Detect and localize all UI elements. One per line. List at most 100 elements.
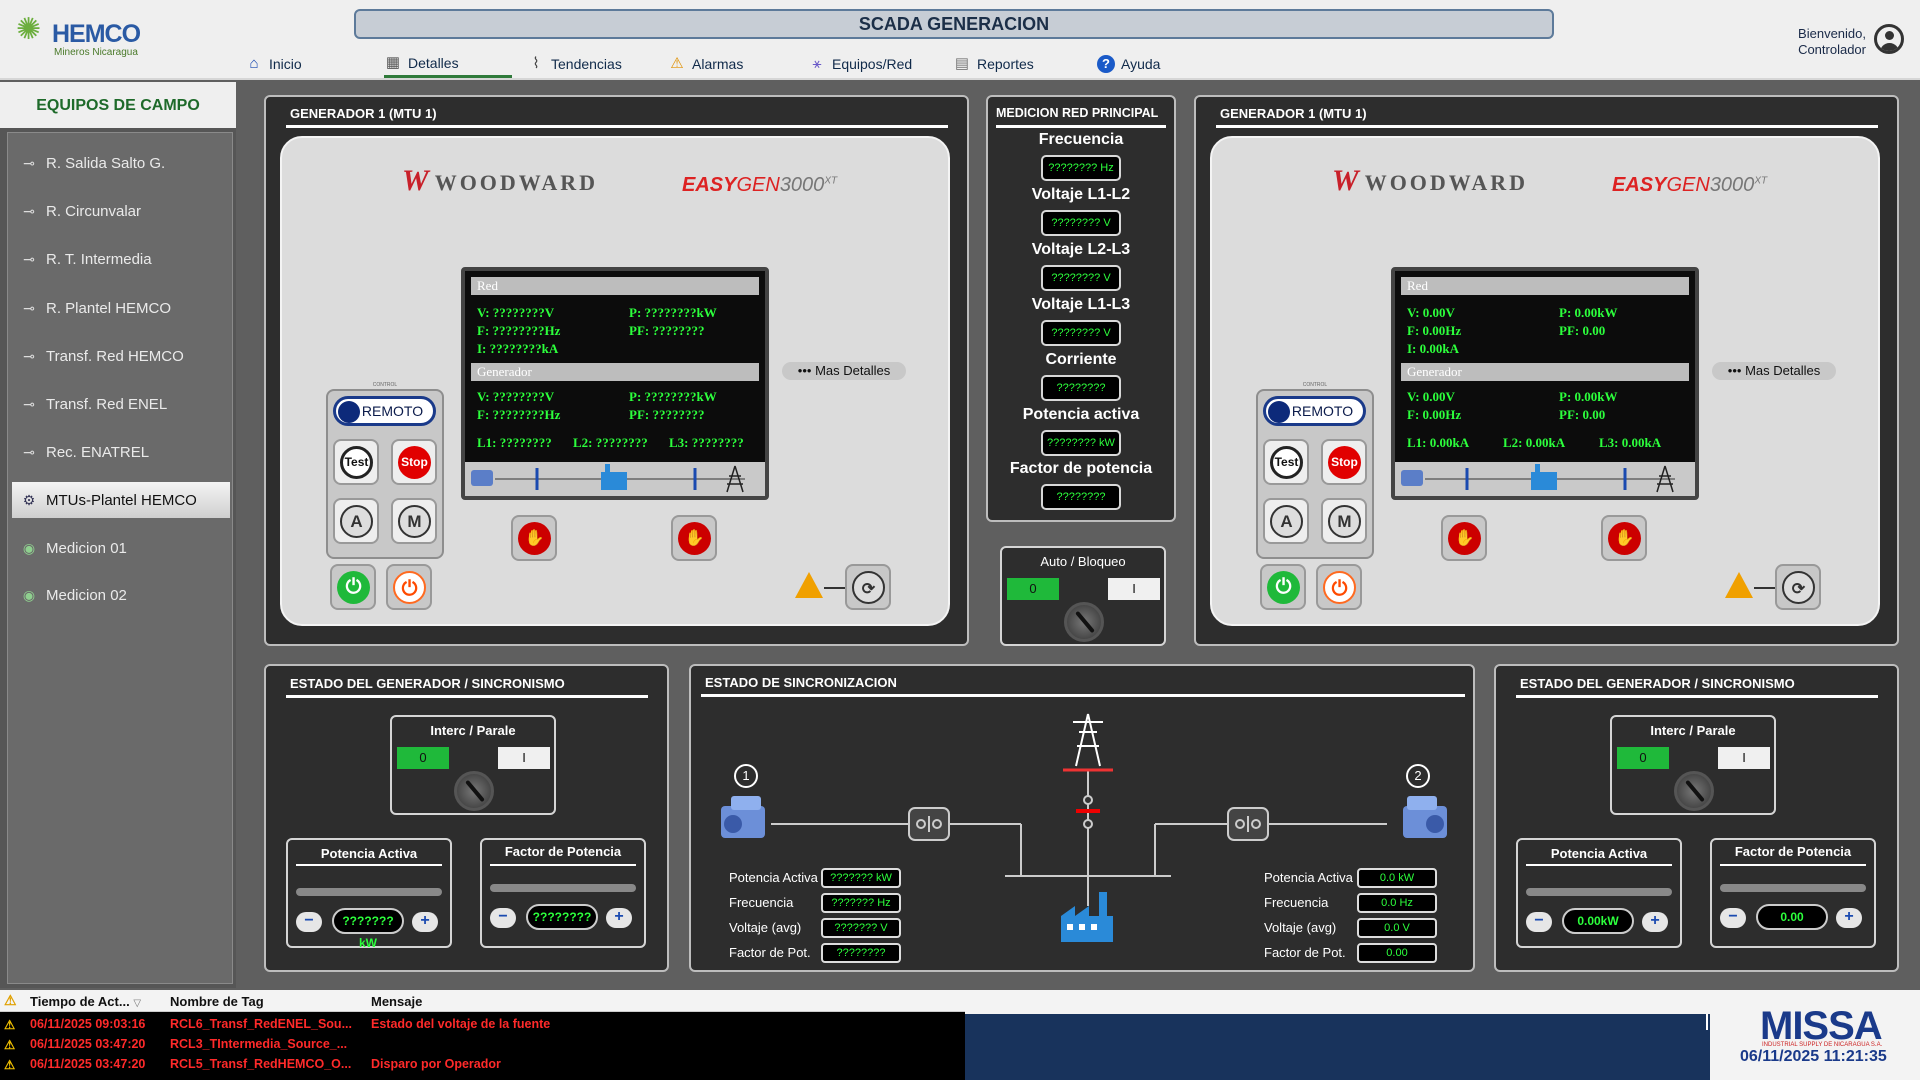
column-header-time[interactable]: Tiempo de Act... ▽ (30, 994, 141, 1009)
sidebar-item-rec-enatrel[interactable]: ⊸ Rec. ENATREL (12, 434, 230, 470)
voltaje-l1l3-value: ???????? V (1041, 320, 1121, 346)
potencia-title: Potencia Activa (320, 846, 418, 861)
column-header-tag[interactable]: Nombre de Tag (170, 994, 264, 1009)
nav-ayuda[interactable]: ? Ayuda (1097, 50, 1160, 78)
alarm-table-header-fill (965, 990, 1710, 1014)
factor-slider[interactable] (1720, 884, 1866, 892)
interc-on[interactable]: I (1718, 747, 1770, 769)
sidebar-item-medicion-01[interactable]: ◉ Medicion 01 (12, 530, 230, 566)
red-section-label: Red (471, 277, 759, 295)
power-on-button[interactable]: ⏻ (1260, 564, 1306, 610)
factor-increase-button[interactable]: + (1836, 908, 1862, 928)
remoto-button[interactable]: REMOTO (333, 396, 436, 426)
test-button[interactable]: Test (333, 439, 379, 485)
power-off-button[interactable]: ⏻ (386, 564, 432, 610)
easygen-logo: EASYGEN3000XT (682, 174, 837, 197)
potencia-decrease-button[interactable]: − (296, 912, 322, 932)
breaker-gen-left-button[interactable]: ✋ (671, 515, 717, 561)
sync-label-frecuencia-right: Frecuencia (1264, 895, 1329, 910)
avatar[interactable] (1874, 24, 1904, 54)
alarm-row[interactable]: ⚠ 06/11/2025 03:47:20 RCL3_TIntermedia_S… (0, 1034, 965, 1054)
factor-decrease-button[interactable]: − (1720, 908, 1746, 928)
alarm-row[interactable]: ⚠ 06/11/2025 09:03:16 RCL6_Transf_RedENE… (0, 1014, 965, 1034)
alarm-row[interactable]: ⚠ 06/11/2025 03:47:20 RCL5_Transf_RedHEM… (0, 1054, 965, 1074)
recloser-icon: ⊸ (23, 443, 35, 460)
mas-detalles-button[interactable]: ••• Mas Detalles (782, 362, 906, 380)
factor-increase-button[interactable]: + (606, 908, 632, 928)
model-sup: XT (1754, 175, 1768, 187)
manual-mode-button[interactable]: M (1321, 498, 1367, 544)
voltaje-l2l3-label: Voltaje L2-L3 (1031, 241, 1131, 258)
nav-tendencias[interactable]: ⌇ Tendencias (527, 50, 622, 78)
sidebar-item-label: Medicion 01 (46, 539, 127, 557)
breaker-red-right-button[interactable]: ✋ (1441, 515, 1487, 561)
factor-decrease-button[interactable]: − (490, 908, 516, 928)
sidebar-item-t-intermedia[interactable]: ⊸ R. T. Intermedia (12, 241, 230, 277)
interc-on[interactable]: I (498, 747, 550, 769)
title-underline (490, 864, 636, 866)
sidebar-item-transf-red-hemco[interactable]: ⊸ Transf. Red HEMCO (12, 338, 230, 374)
potencia-increase-button[interactable]: + (1642, 912, 1668, 932)
user-name: Controlador (1798, 42, 1866, 57)
auto-bloqueo-off[interactable]: 0 (1007, 578, 1059, 600)
test-button[interactable]: Test (1263, 439, 1309, 485)
remoto-button[interactable]: REMOTO (1263, 396, 1366, 426)
interc-off[interactable]: 0 (397, 747, 449, 769)
warning-icon: ⚠ (4, 1018, 16, 1032)
auto-mode-button[interactable]: A (333, 498, 379, 544)
oneline-mini-svg (471, 464, 745, 493)
stop-button[interactable]: Stop (1321, 439, 1367, 485)
mas-detalles-button[interactable]: ••• Mas Detalles (1712, 362, 1836, 380)
red-power: P: ????????kW (629, 305, 717, 320)
sidebar-item-mtus-plantel[interactable]: ⚙ MTUs-Plantel HEMCO (12, 482, 230, 518)
power-off-icon: ⏻ (1323, 571, 1356, 604)
power-on-button[interactable]: ⏻ (330, 564, 376, 610)
sidebar-item-salida-salto[interactable]: ⊸ R. Salida Salto G. (12, 145, 230, 181)
auto-bloqueo-knob[interactable] (1064, 602, 1104, 642)
alarm-reset-button[interactable]: ⟳ (845, 564, 891, 610)
nav-equipos-red[interactable]: ⚹ Equipos/Red (808, 50, 912, 78)
sidebar-item-circunvalar[interactable]: ⊸ R. Circunvalar (12, 193, 230, 229)
auto-bloqueo-on[interactable]: I (1108, 578, 1160, 600)
alarm-reset-icon: ⟳ (1782, 571, 1815, 604)
recloser-icon: ⊸ (23, 202, 35, 219)
interc-knob[interactable] (454, 771, 494, 811)
easygen-logo: EASYGEN3000XT (1612, 174, 1767, 197)
manual-mode-button[interactable]: M (391, 498, 437, 544)
breaker-gen-right-button[interactable]: ✋ (1601, 515, 1647, 561)
title-underline (286, 125, 948, 128)
interc-off[interactable]: 0 (1617, 747, 1669, 769)
gen-power: P: 0.00kW (1559, 389, 1618, 404)
gen1-number: 1 (742, 768, 750, 783)
woodward-mark: W (1332, 164, 1359, 197)
sync-label-potencia-right: Potencia Activa (1264, 870, 1353, 885)
sidebar-item-plantel-hemco[interactable]: ⊸ R. Plantel HEMCO (12, 290, 230, 326)
model-c: 3000 (779, 174, 825, 196)
potencia-decrease-button[interactable]: − (1526, 912, 1552, 932)
interc-knob[interactable] (1674, 771, 1714, 811)
factor-potencia-setpoint: Factor de Potencia − ???????? + (480, 838, 646, 948)
hand-icon: ✋ (518, 522, 551, 555)
nav-detalles[interactable]: ▦ Detalles (384, 50, 512, 78)
potencia-increase-button[interactable]: + (412, 912, 438, 932)
sidebar-item-medicion-02[interactable]: ◉ Medicion 02 (12, 577, 230, 613)
factor-slider[interactable] (490, 884, 636, 892)
display-oneline-strip (1395, 462, 1695, 496)
factor-potencia-label: Factor de potencia (1009, 460, 1153, 477)
column-header-message[interactable]: Mensaje (371, 994, 422, 1009)
sidebar-item-transf-red-enel[interactable]: ⊸ Transf. Red ENEL (12, 386, 230, 422)
breaker-red-left-button[interactable]: ✋ (511, 515, 557, 561)
title-underline (1216, 125, 1878, 128)
red-power: P: 0.00kW (1559, 305, 1618, 320)
sidebar-item-label: R. T. Intermedia (46, 250, 152, 268)
potencia-slider[interactable] (296, 888, 442, 896)
nav-inicio[interactable]: ⌂ Inicio (245, 50, 301, 78)
nav-alarmas[interactable]: ⚠ Alarmas (668, 50, 743, 78)
sync-value-voltaje-right: 0.0 V (1357, 918, 1437, 938)
nav-reportes[interactable]: ▤ Reportes (953, 50, 1034, 78)
stop-button[interactable]: Stop (391, 439, 437, 485)
alarm-reset-button[interactable]: ⟳ (1775, 564, 1821, 610)
power-off-button[interactable]: ⏻ (1316, 564, 1362, 610)
auto-mode-button[interactable]: A (1263, 498, 1309, 544)
potencia-slider[interactable] (1526, 888, 1672, 896)
